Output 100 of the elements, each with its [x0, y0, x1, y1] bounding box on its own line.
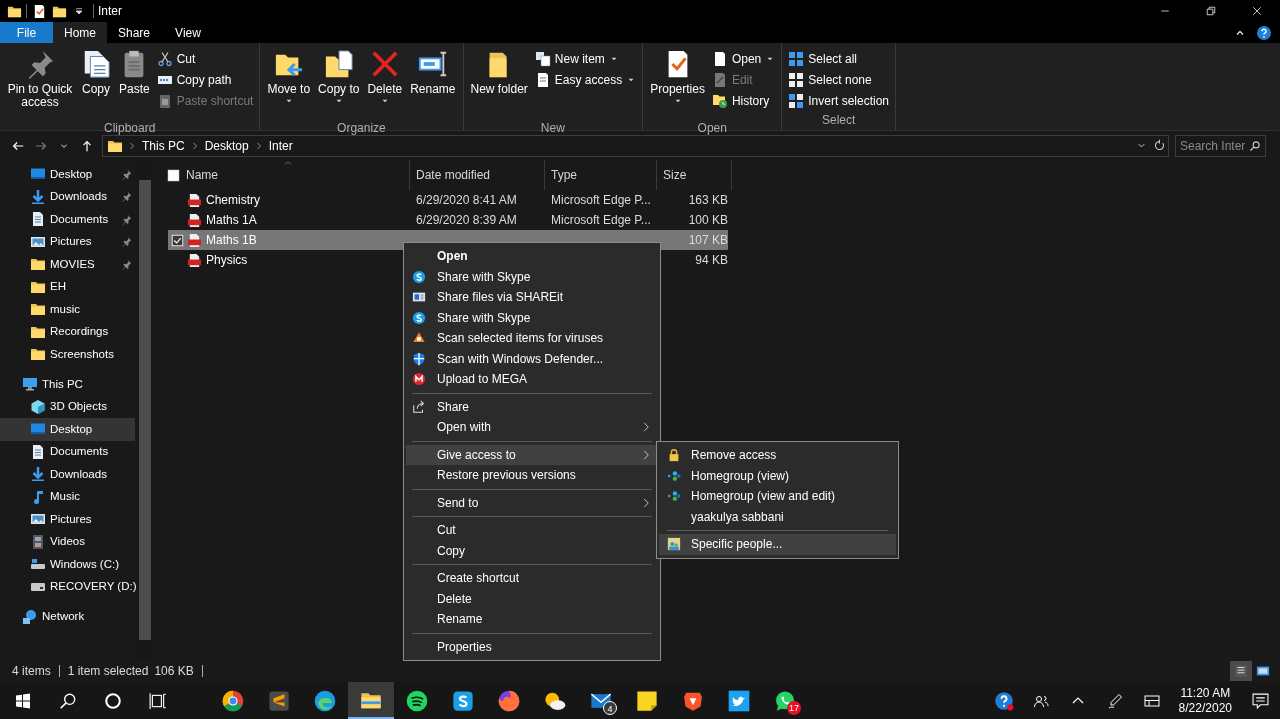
sidebar-item[interactable]: Videos — [0, 530, 135, 553]
search-field[interactable]: Search Inter — [1175, 134, 1266, 157]
menu-item[interactable]: Delete — [406, 588, 658, 609]
sidebar-item[interactable]: Desktop — [0, 418, 135, 441]
breadcrumb-link[interactable]: Inter — [267, 136, 294, 155]
file-row[interactable]: Chemistry 6/29/2020 8:41 AM Microsoft Edge P... 163 KB — [168, 190, 728, 210]
selection-count: 1 item selected — [67, 663, 149, 680]
ribbon-group-label: Select — [820, 112, 857, 129]
close-icon — [1251, 5, 1263, 17]
ribbon-button[interactable]: Cut — [154, 49, 256, 69]
column-header[interactable]: Type — [551, 166, 577, 184]
menu-item[interactable]: Scan with Windows Defender... — [406, 348, 658, 369]
sidebar-item[interactable]: music — [0, 298, 135, 321]
checkbox-icon[interactable] — [171, 233, 184, 247]
help-icon — [994, 690, 1015, 711]
sidebar-item[interactable]: Desktop — [0, 163, 135, 186]
sidebar-item[interactable]: 3D Objects — [0, 395, 135, 418]
note-icon — [636, 689, 658, 712]
ribbon-button[interactable]: Move to — [264, 47, 314, 119]
ribbon-button[interactable]: Open — [709, 49, 778, 69]
menu-item[interactable]: Homegroup (view) — [659, 465, 896, 486]
ribbon-button[interactable]: Copy to — [315, 47, 363, 119]
sidebar-item[interactable]: Downloads — [0, 463, 135, 486]
breadcrumb-link[interactable]: Desktop — [203, 136, 250, 155]
taskbar-app-button[interactable] — [348, 682, 394, 719]
menu-item[interactable]: Share — [406, 396, 658, 417]
ribbon-tab[interactable]: View — [161, 22, 215, 43]
sidebar-item[interactable]: MOVIES — [0, 253, 135, 276]
ribbon-button[interactable]: Rename — [407, 47, 459, 119]
bird-icon — [728, 689, 750, 712]
column-header[interactable]: Name — [186, 166, 218, 184]
sidebar-item[interactable]: Music — [0, 485, 135, 508]
menu-item[interactable]: Share with Skype — [406, 307, 658, 328]
menu-item[interactable]: yaakulya sabbani — [659, 506, 896, 527]
ribbon-button[interactable]: Invert selection — [786, 91, 891, 111]
menu-item[interactable]: Properties — [406, 636, 658, 657]
file-tab[interactable]: File — [0, 22, 53, 43]
taskbar-app-button[interactable]: 17 — [762, 682, 808, 719]
ribbon-button[interactable]: Copy path — [154, 70, 256, 90]
ribbon-button[interactable]: History — [709, 91, 778, 111]
menu-item[interactable]: Upload to MEGA — [406, 369, 658, 390]
s-tile-icon — [268, 689, 290, 712]
sidebar-item[interactable]: This PC — [0, 373, 135, 396]
column-header[interactable]: Size — [663, 166, 687, 184]
menu-item[interactable]: Restore previous versions — [406, 465, 658, 486]
ribbon-button[interactable]: Easy access — [532, 70, 639, 90]
breadcrumb-link[interactable]: This PC — [141, 136, 186, 155]
sidebar-item[interactable]: RECOVERY (D:) — [0, 575, 135, 598]
menu-item[interactable]: Rename — [406, 609, 658, 630]
sidebar-item[interactable]: Pictures — [0, 230, 135, 253]
dots-icon — [667, 468, 681, 483]
menu-item[interactable]: Homegroup (view and edit) — [659, 486, 896, 507]
menu-item[interactable]: Cut — [406, 520, 658, 541]
menu-item[interactable]: Copy — [406, 540, 658, 561]
menu-item[interactable]: Share with Skype — [406, 266, 658, 287]
ribbon-button[interactable]: Select none — [786, 70, 891, 90]
sidebar-item[interactable]: Documents — [0, 208, 135, 231]
menu-item[interactable]: Open with — [406, 417, 658, 438]
menu-item[interactable]: Scan selected items for viruses — [406, 328, 658, 349]
ribbon-button[interactable]: Paste — [116, 47, 153, 119]
s-logo-icon — [412, 269, 426, 284]
menu-item[interactable]: Create shortcut — [406, 568, 658, 589]
sidebar-item[interactable]: Windows (C:) — [0, 553, 135, 576]
menu-item[interactable]: Specific people... — [659, 534, 896, 555]
search-icon — [58, 691, 77, 710]
network-icon — [22, 608, 38, 625]
sidebar-item[interactable]: Pictures — [0, 508, 135, 531]
ribbon-tab[interactable]: Share — [107, 22, 161, 43]
share-icon — [412, 399, 426, 414]
s-logo-icon — [452, 689, 474, 712]
menu-item[interactable]: Remove access — [659, 445, 896, 466]
computer-icon — [22, 376, 38, 393]
date-modified: 6/29/2020 8:41 AM — [416, 193, 517, 207]
ribbon-button[interactable]: Delete — [364, 47, 406, 119]
sidebar-item[interactable]: EH — [0, 275, 135, 298]
sidebar-item[interactable]: Screenshots — [0, 343, 135, 366]
ribbon-button[interactable]: Copy — [78, 47, 114, 119]
select-all-checkbox[interactable] — [167, 168, 180, 182]
sidebar-item[interactable]: Downloads — [0, 185, 135, 208]
details-view-icon — [1234, 664, 1248, 678]
column-header[interactable]: Date modified — [416, 166, 491, 184]
taskbar-app-button[interactable]: 4 — [578, 682, 624, 719]
file-row[interactable]: Maths 1A 6/29/2020 8:39 AM Microsoft Edge P... 100 KB — [168, 210, 728, 230]
menu-item[interactable]: Give access to — [406, 444, 658, 465]
swirl-logo-icon — [314, 689, 336, 712]
task-view-icon — [148, 691, 167, 710]
menu-item[interactable]: Share files via SHAREit — [406, 287, 658, 308]
ribbon-button[interactable]: Select all — [786, 49, 891, 69]
ribbon-tab[interactable]: Home — [53, 22, 107, 43]
sidebar-item[interactable]: Recordings — [0, 320, 135, 343]
circle-icon — [406, 689, 428, 712]
ribbon-button[interactable]: New item — [532, 49, 639, 69]
ribbon-button[interactable]: Properties — [647, 47, 708, 119]
ribbon-button[interactable]: Pin to Quick access — [4, 47, 76, 119]
menu-item[interactable]: Send to — [406, 492, 658, 513]
sidebar-item[interactable]: Network — [0, 605, 135, 628]
sidebar-item[interactable]: Documents — [0, 440, 135, 463]
address-bar[interactable]: This PC Desktop Inter — [102, 134, 1169, 157]
ribbon-button[interactable]: New folder — [467, 47, 531, 119]
pen-icon — [1107, 692, 1124, 709]
